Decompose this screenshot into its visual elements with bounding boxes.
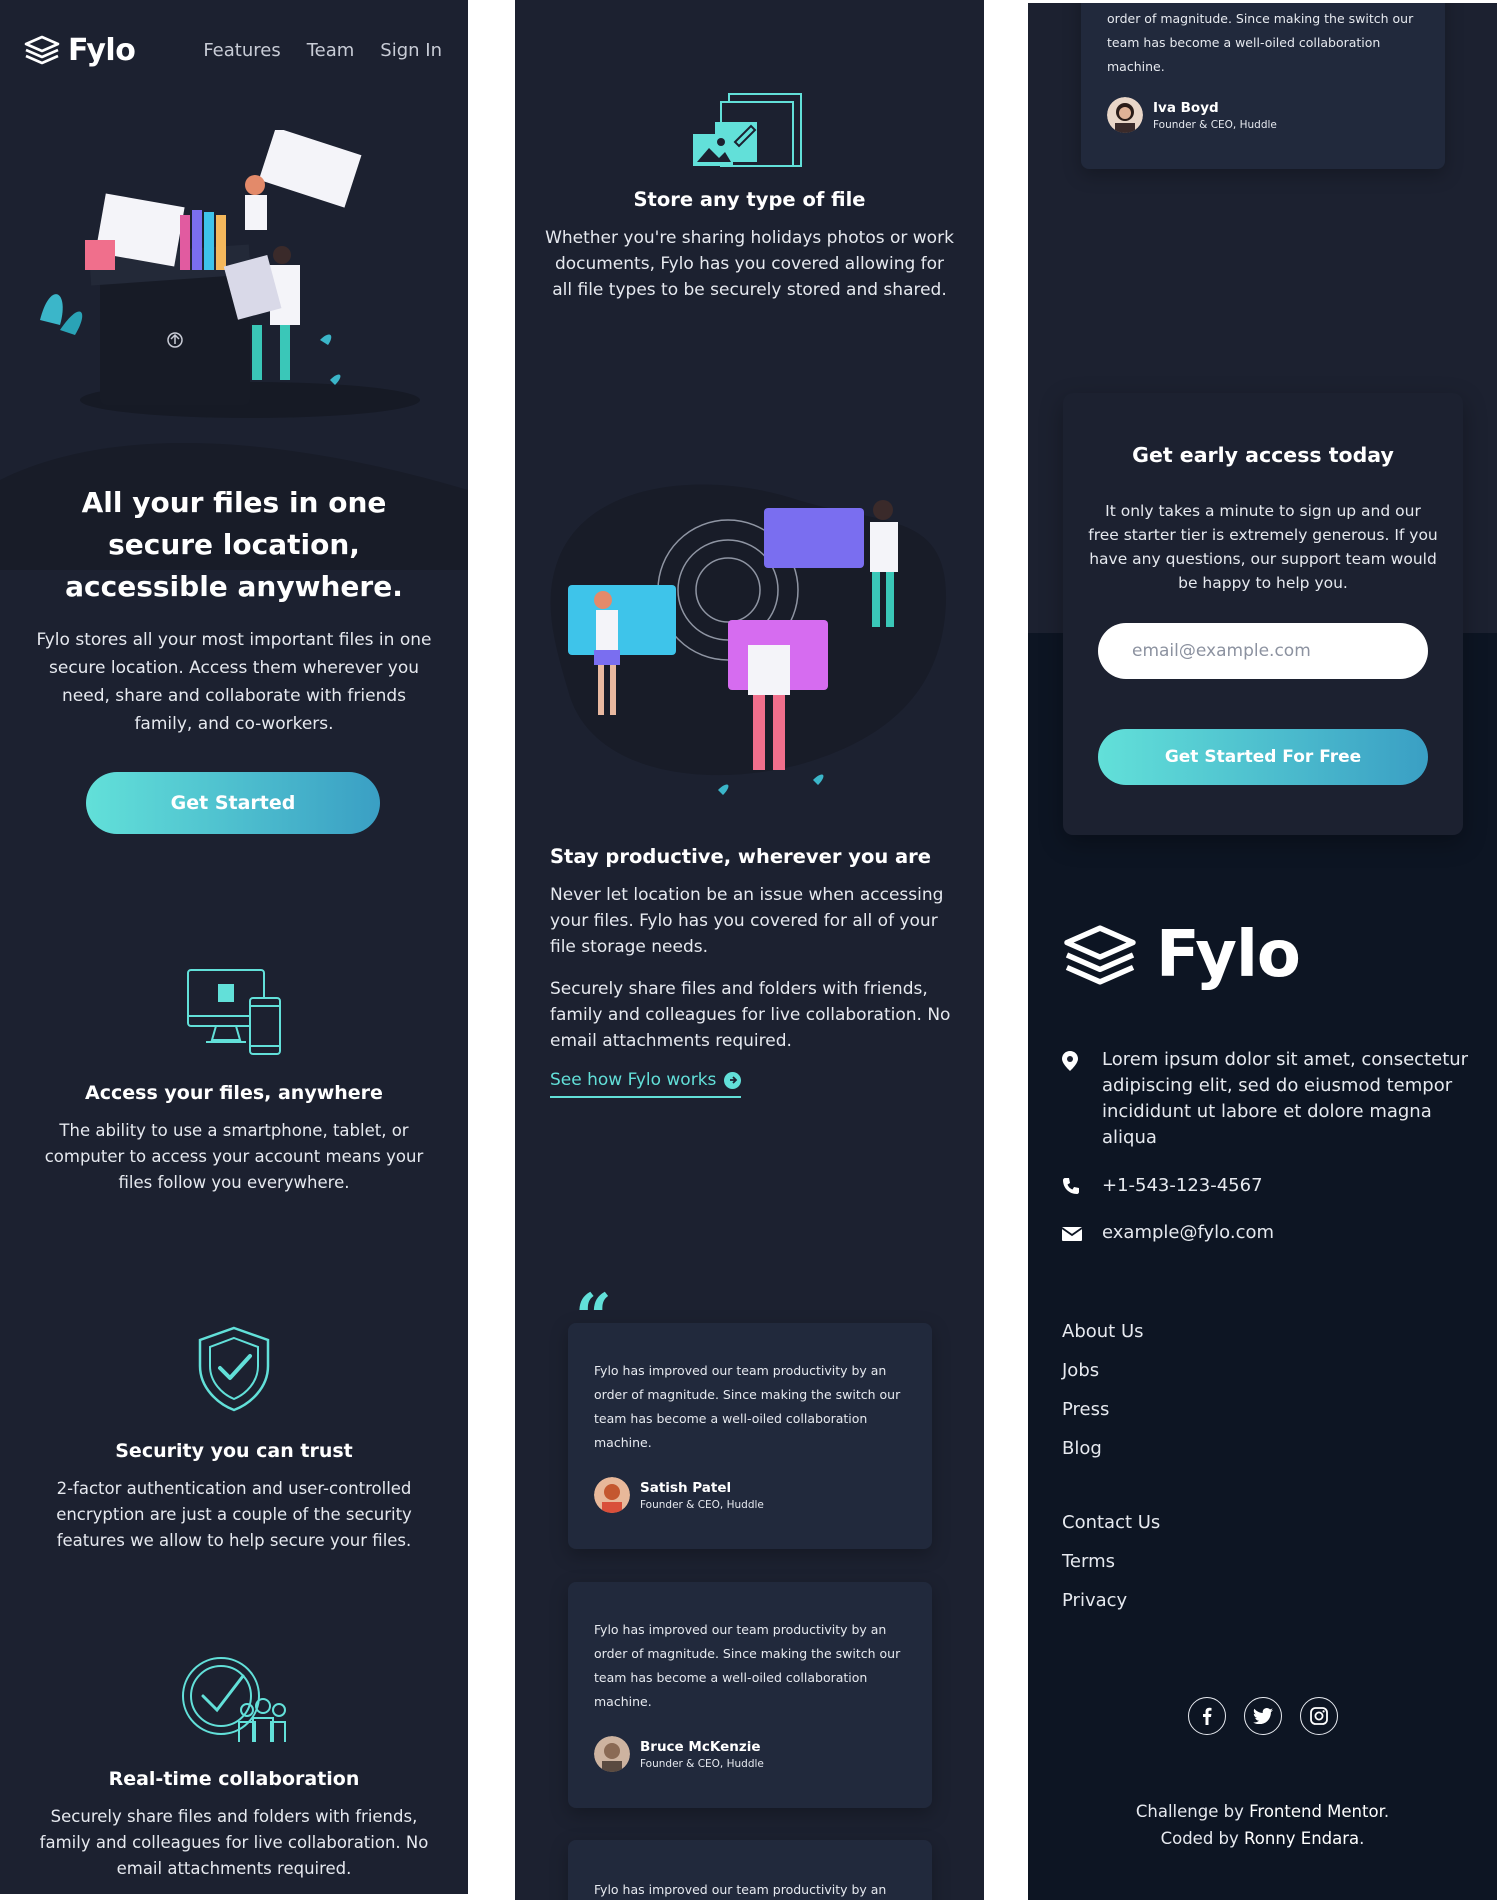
testimonial-card: Fylo has improved our team productivity … [568, 1582, 932, 1808]
feature-access: Access your files, anywhere The ability … [30, 968, 438, 1196]
feature-access-title: Access your files, anywhere [85, 1082, 383, 1104]
testimonial-role: Founder & CEO, Huddle [1153, 118, 1277, 131]
email-input[interactable] [1098, 623, 1428, 679]
early-access-description: It only takes a minute to sign up and ou… [1088, 502, 1438, 592]
testimonial-person: Iva Boyd Founder & CEO, Huddle [1107, 97, 1419, 133]
phone-icon [1062, 1173, 1102, 1203]
avatar [594, 1736, 630, 1772]
productive-title: Stay productive, wherever you are [550, 845, 932, 868]
get-started-free-button[interactable]: Get Started For Free [1098, 729, 1428, 785]
attribution: Challenge by Frontend Mentor. Coded by R… [1135, 1802, 1390, 1848]
navbar: Fylo Features Team Sign In [24, 30, 442, 70]
hero-illustration [40, 130, 420, 418]
get-started-button[interactable]: Get Started [86, 772, 380, 834]
productive-illustration [550, 484, 947, 795]
feature-collaboration-title: Real-time collaboration [108, 1768, 360, 1790]
feature-collaboration-description: Securely share files and folders with fr… [39, 1807, 429, 1878]
productive-section: Stay productive, wherever you are Never … [550, 845, 955, 1098]
footer-link-privacy[interactable]: Privacy [1062, 1590, 1160, 1629]
testimonial-name: Bruce McKenzie [640, 1738, 761, 1755]
shield-check-icon [198, 1326, 270, 1412]
feature-access-description: The ability to use a smartphone, tablet,… [44, 1121, 424, 1192]
frontend-mentor-link[interactable]: Frontend Mentor [1249, 1802, 1384, 1821]
footer-link-contact[interactable]: Contact Us [1062, 1512, 1160, 1551]
feature-security-description: 2-factor authentication and user-control… [56, 1479, 412, 1550]
email-text[interactable]: example@fylo.com [1102, 1220, 1274, 1250]
testimonial-card: order of magnitude. Since making the swi… [1081, 3, 1445, 169]
footer-link-jobs[interactable]: Jobs [1062, 1360, 1144, 1399]
author-link[interactable]: Ronny Endara [1244, 1829, 1359, 1848]
nav-links: Features Team Sign In [203, 40, 442, 61]
mobile-view-middle: Store any type of file Whether you're sh… [515, 0, 984, 1900]
footer-email: example@fylo.com [1061, 1220, 1472, 1250]
feature-store-title: Store any type of file [633, 188, 866, 211]
address-text: Lorem ipsum dolor sit amet, consectetur … [1102, 1049, 1469, 1148]
folder-files-icon [693, 93, 802, 167]
testimonial-name: Iva Boyd [1153, 99, 1219, 116]
testimonial-role: Founder & CEO, Huddle [640, 1757, 764, 1770]
logo[interactable]: Fylo [24, 32, 136, 68]
testimonial-person: Bruce McKenzie Founder & CEO, Huddle [594, 1736, 906, 1772]
feature-store-description: Whether you're sharing holidays photos o… [545, 228, 954, 300]
twitter-icon[interactable] [1244, 1697, 1282, 1735]
arrow-circle-icon [724, 1071, 742, 1089]
early-access-card: Get early access today It only takes a m… [1063, 393, 1463, 835]
testimonial-person: Satish Patel Founder & CEO, Huddle [594, 1477, 906, 1513]
footer-link-press[interactable]: Press [1062, 1399, 1144, 1438]
testimonial-quote: Fylo has improved our team productivity … [594, 1622, 901, 1709]
logo-icon [24, 35, 60, 65]
footer-phone: +1-543-123-4567 [1062, 1173, 1472, 1203]
footer-links-group-2: Contact Us Terms Privacy [1062, 1512, 1160, 1629]
avatar [1107, 97, 1143, 133]
footer-link-blog[interactable]: Blog [1062, 1438, 1144, 1477]
feature-store: Store any type of file Whether you're sh… [545, 90, 954, 303]
nav-features[interactable]: Features [203, 40, 280, 61]
avatar [594, 1477, 630, 1513]
testimonial-quote: Fylo has improved our team productivity … [594, 1882, 887, 1897]
credit-prefix: Challenge by [1135, 1802, 1244, 1821]
testimonial-card: Fylo has improved our team productivity … [568, 1323, 932, 1549]
mobile-view-bottom: order of magnitude. Since making the swi… [1028, 3, 1497, 1900]
footer-links-group-1: About Us Jobs Press Blog [1062, 1321, 1144, 1477]
mail-icon [1061, 1220, 1102, 1250]
feature-security-title: Security you can trust [115, 1440, 353, 1462]
testimonial-name: Satish Patel [640, 1479, 732, 1496]
mobile-view-top: Fylo Features Team Sign In All your file… [0, 0, 468, 1894]
feature-collaboration: Real-time collaboration Securely share f… [30, 1654, 438, 1882]
location-pin-icon [1062, 1047, 1102, 1151]
productive-paragraph-2: Securely share files and folders with fr… [550, 979, 951, 1051]
team-check-icon [182, 1657, 286, 1742]
footer-logo-text: Fylo [1156, 918, 1301, 992]
social-links [1188, 1697, 1338, 1735]
productive-paragraph-1: Never let location be an issue when acce… [550, 885, 944, 957]
footer-logo[interactable]: Fylo [1062, 918, 1301, 992]
see-how-link[interactable]: See how Fylo works [550, 1070, 742, 1098]
see-how-label: See how Fylo works [550, 1070, 717, 1090]
testimonial-role: Founder & CEO, Huddle [640, 1498, 764, 1511]
testimonial-quote: Fylo has improved our team productivity … [594, 1363, 901, 1450]
footer-address: Lorem ipsum dolor sit amet, consectetur … [1062, 1047, 1472, 1151]
footer-link-about[interactable]: About Us [1062, 1321, 1144, 1360]
hero-title: All your files in one secure location, a… [65, 486, 403, 603]
early-access-title: Get early access today [1132, 443, 1394, 467]
logo-icon [1064, 925, 1136, 985]
hero-description: Fylo stores all your most important file… [36, 630, 432, 734]
testimonial-card: Fylo has improved our team productivity … [568, 1840, 932, 1900]
logo-text: Fylo [68, 32, 136, 68]
phone-text[interactable]: +1-543-123-4567 [1102, 1173, 1263, 1203]
facebook-icon[interactable] [1188, 1697, 1226, 1735]
feature-security: Security you can trust 2-factor authenti… [30, 1326, 438, 1554]
testimonial-quote: order of magnitude. Since making the swi… [1107, 11, 1414, 74]
devices-icon [187, 969, 281, 1055]
footer-link-terms[interactable]: Terms [1062, 1551, 1160, 1590]
nav-signin[interactable]: Sign In [380, 40, 442, 61]
nav-team[interactable]: Team [307, 40, 355, 61]
credit-mid: Coded by [1160, 1829, 1239, 1848]
instagram-icon[interactable] [1300, 1697, 1338, 1735]
